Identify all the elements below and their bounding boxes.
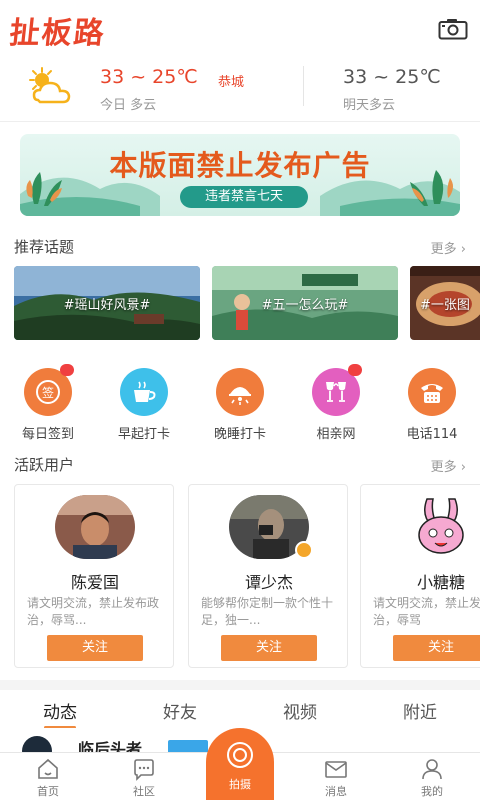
topics-carousel[interactable]: #瑶山好风景# #五一怎么玩# #一张图: [0, 264, 480, 350]
follow-button[interactable]: 关注: [47, 635, 143, 661]
user-card[interactable]: 陈爱国 请文明交流，禁止发布政治，辱骂... 关注: [14, 484, 174, 668]
follow-button[interactable]: 关注: [221, 635, 317, 661]
active-users-header: 活跃用户 更多 ›: [0, 446, 480, 480]
user-bio: 请文明交流，禁止发布政治，辱骂: [373, 596, 480, 627]
topics-more-link[interactable]: 更多 ›: [431, 238, 466, 257]
topic-card[interactable]: #五一怎么玩#: [212, 266, 398, 340]
today-temperature: 33 ~ 25℃: [100, 66, 198, 88]
shortcut-phone-114[interactable]: 电话114: [392, 368, 472, 442]
user-card[interactable]: 小糖糖 请文明交流，禁止发布政治，辱骂 关注: [360, 484, 480, 668]
topics-more-label: 更多: [430, 242, 457, 257]
shortcut-early-checkin[interactable]: 早起打卡: [104, 368, 184, 442]
nav-capture-button[interactable]: 拍摄: [206, 728, 274, 800]
app-logo: 扯板路: [7, 16, 108, 51]
user-icon: [422, 759, 442, 780]
shortcut-dating[interactable]: 相亲网: [296, 364, 376, 442]
shortcut-label: 每日签到: [21, 427, 74, 442]
shortcut-daily-checkin[interactable]: 签 每日签到: [8, 364, 88, 442]
camera-icon[interactable]: [438, 18, 468, 40]
nav-profile[interactable]: 我的: [402, 757, 462, 799]
nav-label: 首页: [37, 785, 59, 798]
nav-label: 社区: [133, 785, 155, 798]
nav-label: 我的: [421, 785, 443, 798]
shortcut-late-checkin[interactable]: 晚睡打卡: [200, 368, 280, 442]
avatar[interactable]: [401, 495, 480, 559]
follow-button[interactable]: 关注: [393, 635, 480, 661]
shortcut-label: 电话114: [406, 427, 458, 442]
verified-badge-icon: [295, 541, 313, 559]
chat-bubble-icon: [134, 759, 154, 781]
telephone-icon: [408, 368, 456, 416]
tab-dynamic[interactable]: 动态: [20, 698, 100, 723]
chevron-right-icon: ›: [456, 242, 466, 257]
svg-text:签: 签: [42, 385, 54, 400]
shortcut-label: 早起打卡: [117, 427, 170, 442]
coffee-icon: [120, 368, 168, 416]
banner-subtitle: 违者禁言七天: [180, 186, 308, 208]
tomorrow-temperature: 33 ~ 25℃: [343, 66, 441, 88]
nav-label: 拍摄: [229, 778, 251, 791]
mail-icon: [325, 761, 347, 778]
notification-dot: [60, 364, 74, 376]
nav-label: 消息: [325, 785, 347, 798]
chevron-right-icon: ›: [456, 460, 466, 475]
sign-in-icon: 签: [24, 364, 74, 416]
partly-cloudy-icon: [26, 66, 76, 108]
user-card[interactable]: 谭少杰 能够帮你定制一款个性十足，独一... 关注: [188, 484, 348, 668]
app-header: 扯板路: [0, 0, 480, 56]
user-bio: 请文明交流，禁止发布政治，辱骂...: [27, 596, 160, 627]
nav-community[interactable]: 社区: [114, 757, 174, 799]
topic-card[interactable]: #瑶山好风景#: [14, 266, 200, 340]
user-name: 陈爱国: [70, 573, 119, 592]
banner-section: 本版面禁止发布广告 违者禁言七天: [0, 122, 480, 228]
home-icon: [38, 758, 58, 779]
weather-city: 恭城: [218, 75, 245, 90]
user-bio: 能够帮你定制一款个性十足，独一...: [201, 596, 334, 627]
shortcut-label: 相亲网: [316, 427, 356, 442]
capture-icon: [227, 742, 253, 768]
active-users-more-link[interactable]: 更多 ›: [431, 456, 466, 475]
tab-friends[interactable]: 好友: [140, 698, 220, 723]
weather-divider: [303, 66, 304, 106]
topic-label: #一张图: [420, 298, 470, 313]
shortcut-grid: 签 每日签到 早起打卡 晚睡打卡 相亲网 电话114: [0, 350, 480, 446]
feed-tabs: 动态 好友 视频 附近: [0, 684, 480, 729]
nav-messages[interactable]: 消息: [306, 757, 366, 799]
topics-header: 推荐话题 更多 ›: [0, 228, 480, 264]
weather-widget[interactable]: 33 ~ 25℃ 恭城 今日 多云 33 ~ 25℃ 明天多云: [0, 56, 480, 122]
user-name: 谭少杰: [244, 573, 293, 592]
avatar[interactable]: [55, 495, 135, 559]
topic-card[interactable]: #一张图: [410, 266, 480, 340]
notification-dot: [348, 364, 362, 376]
topic-label: #五一怎么玩#: [261, 298, 349, 313]
topics-title: 推荐话题: [14, 238, 75, 256]
active-users-more-label: 更多: [430, 460, 457, 475]
banner-title: 本版面禁止发布广告: [109, 149, 371, 182]
wine-glasses-icon: [312, 364, 362, 416]
user-name: 小糖糖: [416, 573, 465, 592]
nav-home[interactable]: 首页: [18, 757, 78, 799]
active-users-carousel[interactable]: 陈爱国 请文明交流，禁止发布政治，辱骂... 关注 谭少杰 能够帮你定制一款个性…: [0, 480, 480, 680]
tomorrow-weather-label: 明天多云: [343, 98, 396, 113]
tab-nearby[interactable]: 附近: [380, 698, 460, 723]
lamp-icon: [216, 368, 264, 416]
active-users-title: 活跃用户: [14, 456, 75, 474]
notice-banner[interactable]: 本版面禁止发布广告 违者禁言七天: [20, 134, 460, 216]
tab-video[interactable]: 视频: [260, 698, 340, 723]
topic-label: #瑶山好风景#: [63, 298, 151, 313]
shortcut-label: 晚睡打卡: [213, 427, 266, 442]
today-weather-label: 今日 多云: [100, 98, 157, 113]
